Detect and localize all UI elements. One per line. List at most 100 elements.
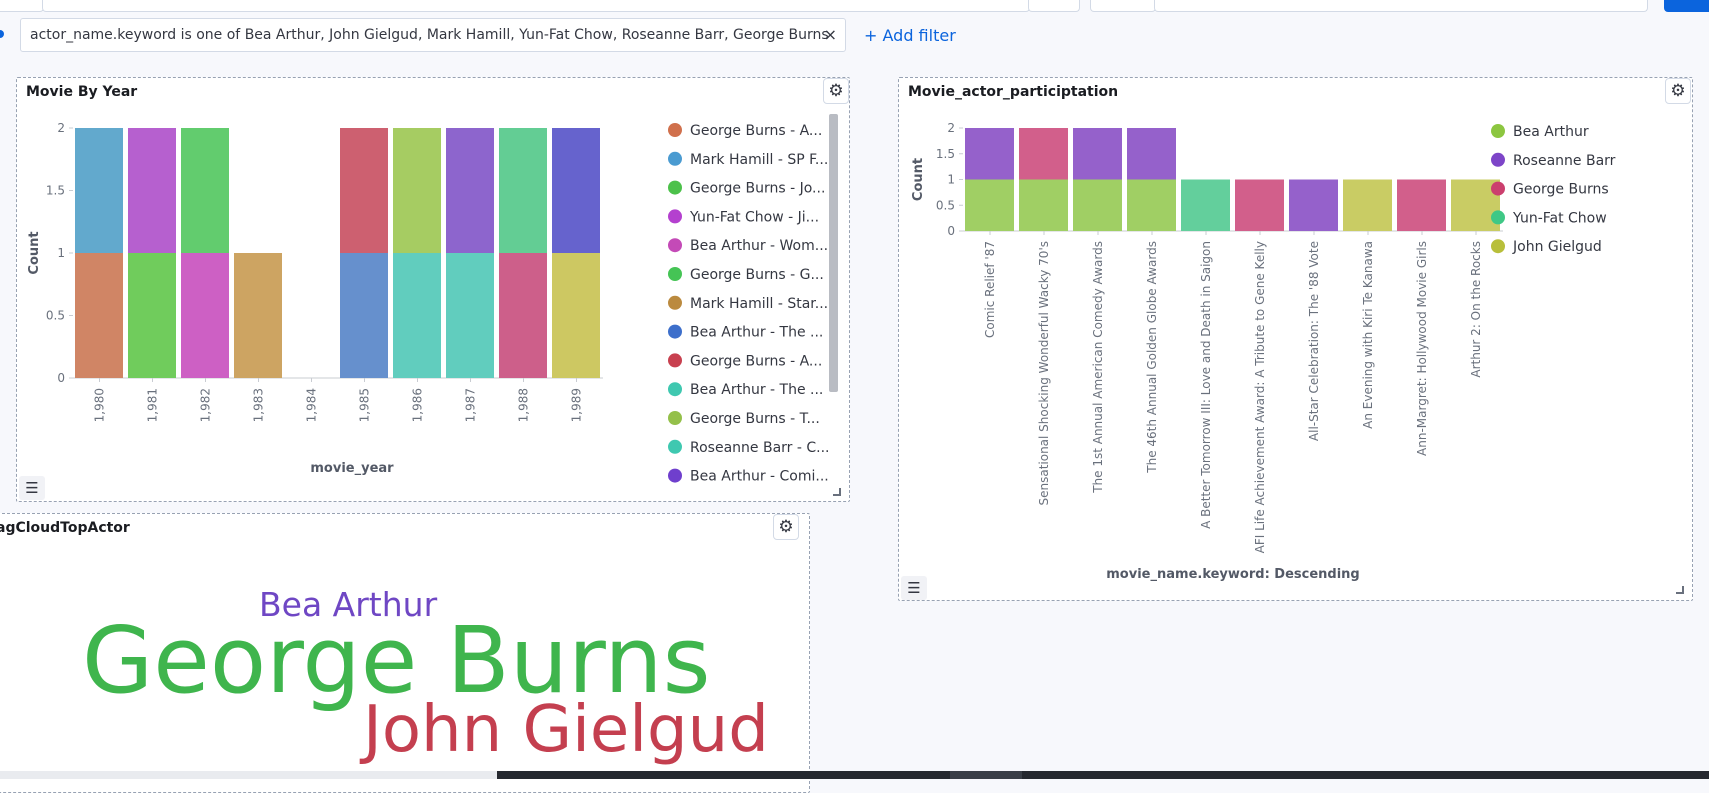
legend-swatch xyxy=(668,123,682,137)
filter-pill[interactable]: actor_name.keyword is one of Bea Arthur,… xyxy=(20,18,846,52)
legend-swatch xyxy=(668,295,682,310)
bar-segment xyxy=(965,128,1014,180)
toolbar-field[interactable] xyxy=(0,0,44,12)
panel-movie-actor-participation: Movie_actor_participtation ⚙ 0 0.5 1 1.5 2 Co… xyxy=(898,77,1693,601)
legend-swatch xyxy=(668,151,682,166)
bar-segment xyxy=(446,253,494,378)
date-picker-toggle[interactable] xyxy=(1090,0,1156,12)
taskbar-item[interactable] xyxy=(950,771,1022,779)
legend-item[interactable]: Mark Hamill - SP F... xyxy=(690,152,828,168)
bar-segment xyxy=(75,253,123,378)
close-icon[interactable]: × xyxy=(824,19,837,51)
legend-item[interactable]: Roseanne Barr xyxy=(1513,153,1616,169)
filter-text: actor_name.keyword is one of Bea Arthur,… xyxy=(30,27,829,43)
chart-movie-actor-participation: 0 0.5 1 1.5 2 Comic Relief '87 Sensational Sho… xyxy=(911,121,1616,582)
legend-item[interactable]: George Burns - G... xyxy=(690,267,824,283)
y-tick-label: 1.5 xyxy=(46,184,65,198)
y-tick-label: 1.5 xyxy=(936,147,955,161)
legend-item[interactable]: Roseanne Barr - C... xyxy=(690,440,830,456)
legend-swatch xyxy=(668,180,682,195)
bar-segment xyxy=(1019,179,1068,231)
legend-item[interactable]: Bea Arthur - The ... xyxy=(690,325,823,341)
bar-segment xyxy=(1073,179,1122,231)
x-tick-label: AFI Life Achievement Award: A Tribute to… xyxy=(1253,241,1267,553)
add-filter-button[interactable]: + Add filter xyxy=(864,26,956,45)
legend-item[interactable]: Bea Arthur - Wom... xyxy=(690,238,828,254)
tag-word[interactable]: John Gielgud xyxy=(359,693,769,767)
legend-swatch xyxy=(668,468,682,483)
legend-item[interactable]: Yun-Fat Chow xyxy=(1512,210,1607,226)
y-axis-title: Count xyxy=(911,158,926,201)
legend-swatch xyxy=(1491,152,1505,167)
x-tick-label: 1,989 xyxy=(570,388,584,422)
bar-segment xyxy=(340,253,388,378)
legend-item[interactable]: Mark Hamill - Star... xyxy=(690,296,828,312)
y-tick-label: 0 xyxy=(57,371,65,385)
x-tick-label: An Evening with Kiri Te Kanawa xyxy=(1361,241,1375,429)
legend-swatch xyxy=(668,267,682,281)
taskbar-region xyxy=(0,771,497,779)
x-tick-label: All-Star Celebration: The '88 Vote xyxy=(1307,241,1321,441)
panel-movie-by-year: Movie By Year ⚙ 0 0.5 1 1.5 2 1,980 1,981 1,982… xyxy=(16,77,850,502)
list-icon[interactable]: ☰ xyxy=(19,476,45,500)
legend-item[interactable]: George Burns - Jo... xyxy=(690,181,825,197)
chart-movie-by-year: 0 0.5 1 1.5 2 1,980 1,981 1,982 1,983 1,984 1,985 1… xyxy=(27,121,830,485)
bar-segment xyxy=(1127,128,1176,180)
bar-segment xyxy=(1127,179,1176,231)
x-tick-label: Sensational Shocking Wonderful Wacky 70'… xyxy=(1037,241,1051,506)
list-icon[interactable]: ☰ xyxy=(901,576,927,600)
y-tick-label: 0 xyxy=(947,224,955,238)
x-tick-label: 1,988 xyxy=(517,388,531,422)
top-toolbar xyxy=(0,0,1709,14)
legend-scrollbar[interactable] xyxy=(829,114,838,392)
bar-segment xyxy=(1343,179,1392,231)
y-tick-label: 2 xyxy=(57,121,65,135)
legend-swatch xyxy=(668,439,682,454)
bar-segment xyxy=(181,128,229,253)
x-tick-label: 1,984 xyxy=(305,388,319,422)
bar-segment xyxy=(1235,179,1284,231)
bar-segment xyxy=(1181,179,1230,231)
legend-item[interactable]: George Burns - T... xyxy=(690,411,820,427)
tag-cloud: Bea Arthur George Burns John Gielgud xyxy=(82,585,769,767)
bar-segment xyxy=(75,128,123,253)
x-tick-label: 1,987 xyxy=(464,388,478,422)
refresh-button[interactable] xyxy=(1664,0,1709,12)
legend-item[interactable]: Bea Arthur - Comi... xyxy=(690,469,829,485)
y-tick-label: 0.5 xyxy=(46,309,65,323)
resize-handle-icon[interactable] xyxy=(833,488,841,496)
legend-swatch xyxy=(668,411,682,425)
bar-segment xyxy=(393,128,441,253)
toolbar-field[interactable] xyxy=(1028,0,1080,12)
query-input[interactable] xyxy=(42,0,1030,12)
bar-segment xyxy=(128,253,176,378)
x-tick-label: Comic Relief '87 xyxy=(983,241,997,338)
legend-swatch xyxy=(668,382,682,397)
legend-swatch xyxy=(1491,210,1505,225)
legend-item[interactable]: George Burns xyxy=(1513,182,1609,198)
x-tick-label: The 46th Annual Golden Globe Awards xyxy=(1145,241,1159,474)
bar-segment xyxy=(965,179,1014,231)
x-tick-label: 1,982 xyxy=(199,388,213,422)
date-range-input[interactable] xyxy=(1154,0,1648,12)
resize-handle-icon[interactable] xyxy=(1676,586,1684,594)
bar-segment xyxy=(181,253,229,378)
legend-swatch xyxy=(1491,181,1505,196)
bar-segment xyxy=(393,253,441,378)
legend-item[interactable]: Bea Arthur xyxy=(1513,124,1589,140)
legend-item[interactable]: John Gielgud xyxy=(1512,239,1602,255)
bar-segment xyxy=(499,253,547,378)
legend-item[interactable]: George Burns - A... xyxy=(690,123,822,139)
legend-swatch xyxy=(668,238,682,253)
bar-segment xyxy=(552,253,600,378)
bar-segment xyxy=(499,128,547,253)
bar-segment xyxy=(1289,179,1338,231)
legend-item[interactable]: George Burns - A... xyxy=(690,353,822,369)
x-tick-label: A Better Tomorrow III: Love and Death in… xyxy=(1199,241,1213,529)
legend-item[interactable]: Bea Arthur - The ... xyxy=(690,382,823,398)
filter-menu-dot[interactable] xyxy=(0,30,4,38)
bar-segment xyxy=(1397,179,1446,231)
legend-swatch xyxy=(1491,239,1505,254)
taskbar xyxy=(0,771,1709,779)
legend-item[interactable]: Yun-Fat Chow - Ji... xyxy=(689,209,819,225)
